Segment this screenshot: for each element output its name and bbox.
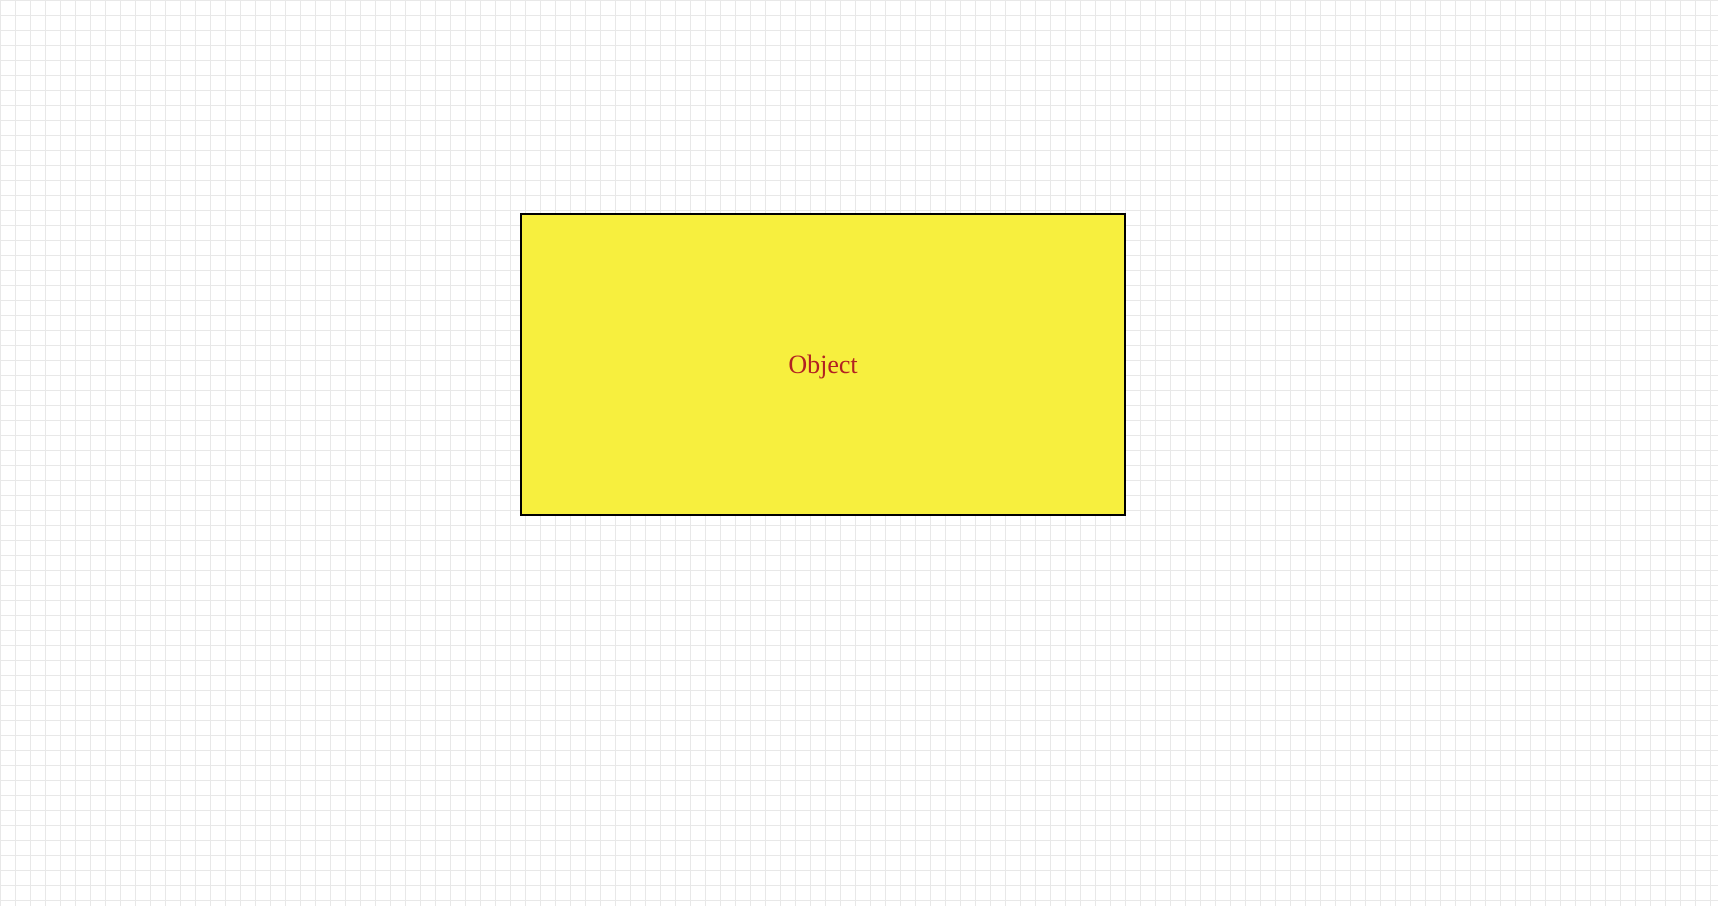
shape-label: Object [788,350,857,380]
rectangle-shape-object[interactable]: Object [520,213,1126,516]
diagram-canvas[interactable]: Object [0,0,1718,906]
